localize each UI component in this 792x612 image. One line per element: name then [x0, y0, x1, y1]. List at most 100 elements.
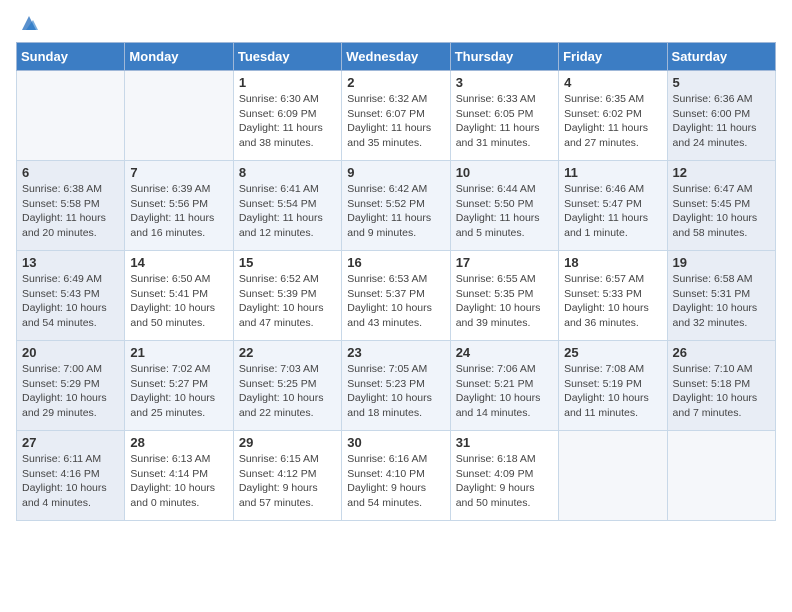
calendar-cell: 30 Sunrise: 6:16 AM Sunset: 4:10 PM Dayli…	[342, 431, 450, 521]
calendar-cell: 25 Sunrise: 7:08 AM Sunset: 5:19 PM Dayli…	[559, 341, 667, 431]
calendar-cell	[667, 431, 775, 521]
day-number: 24	[456, 345, 553, 360]
day-number: 21	[130, 345, 227, 360]
day-info: Sunrise: 7:08 AM Sunset: 5:19 PM Dayligh…	[564, 362, 661, 421]
day-number: 8	[239, 165, 336, 180]
calendar-cell: 16 Sunrise: 6:53 AM Sunset: 5:37 PM Dayli…	[342, 251, 450, 341]
calendar-cell: 6 Sunrise: 6:38 AM Sunset: 5:58 PM Daylig…	[17, 161, 125, 251]
calendar-cell: 8 Sunrise: 6:41 AM Sunset: 5:54 PM Daylig…	[233, 161, 341, 251]
calendar-cell: 27 Sunrise: 6:11 AM Sunset: 4:16 PM Dayli…	[17, 431, 125, 521]
day-number: 30	[347, 435, 444, 450]
day-of-week-header: Thursday	[450, 43, 558, 71]
calendar-cell: 10Sunrise: 6:44 AM Sunset: 5:50 PM Dayli…	[450, 161, 558, 251]
day-number: 20	[22, 345, 119, 360]
day-number: 18	[564, 255, 661, 270]
calendar-week-row: 27 Sunrise: 6:11 AM Sunset: 4:16 PM Dayli…	[17, 431, 776, 521]
calendar-cell: 1Sunrise: 6:30 AM Sunset: 6:09 PM Daylig…	[233, 71, 341, 161]
day-number: 28	[130, 435, 227, 450]
day-number: 10	[456, 165, 553, 180]
day-number: 11	[564, 165, 661, 180]
day-info: Sunrise: 7:05 AM Sunset: 5:23 PM Dayligh…	[347, 362, 444, 421]
day-number: 14	[130, 255, 227, 270]
day-info: Sunrise: 6:35 AM Sunset: 6:02 PM Dayligh…	[564, 92, 661, 151]
day-info: Sunrise: 6:47 AM Sunset: 5:45 PM Dayligh…	[673, 182, 770, 241]
day-number: 17	[456, 255, 553, 270]
calendar-cell: 14 Sunrise: 6:50 AM Sunset: 5:41 PM Dayli…	[125, 251, 233, 341]
day-of-week-header: Tuesday	[233, 43, 341, 71]
day-number: 5	[673, 75, 770, 90]
day-info: Sunrise: 6:53 AM Sunset: 5:37 PM Dayligh…	[347, 272, 444, 331]
day-info: Sunrise: 7:03 AM Sunset: 5:25 PM Dayligh…	[239, 362, 336, 421]
day-info: Sunrise: 6:57 AM Sunset: 5:33 PM Dayligh…	[564, 272, 661, 331]
day-info: Sunrise: 6:46 AM Sunset: 5:47 PM Dayligh…	[564, 182, 661, 241]
logo-icon	[18, 12, 40, 34]
header	[16, 16, 776, 34]
calendar-cell: 23 Sunrise: 7:05 AM Sunset: 5:23 PM Dayli…	[342, 341, 450, 431]
day-number: 15	[239, 255, 336, 270]
calendar-cell: 5 Sunrise: 6:36 AM Sunset: 6:00 PM Daylig…	[667, 71, 775, 161]
day-number: 22	[239, 345, 336, 360]
calendar-cell: 13 Sunrise: 6:49 AM Sunset: 5:43 PM Dayli…	[17, 251, 125, 341]
day-number: 12	[673, 165, 770, 180]
day-of-week-header: Saturday	[667, 43, 775, 71]
day-info: Sunrise: 6:16 AM Sunset: 4:10 PM Dayligh…	[347, 452, 444, 511]
day-info: Sunrise: 7:10 AM Sunset: 5:18 PM Dayligh…	[673, 362, 770, 421]
day-number: 1	[239, 75, 336, 90]
day-number: 23	[347, 345, 444, 360]
calendar-cell: 20Sunrise: 7:00 AM Sunset: 5:29 PM Dayli…	[17, 341, 125, 431]
day-info: Sunrise: 6:38 AM Sunset: 5:58 PM Dayligh…	[22, 182, 119, 241]
day-info: Sunrise: 6:18 AM Sunset: 4:09 PM Dayligh…	[456, 452, 553, 511]
calendar-cell: 17 Sunrise: 6:55 AM Sunset: 5:35 PM Dayli…	[450, 251, 558, 341]
calendar-cell: 31Sunrise: 6:18 AM Sunset: 4:09 PM Dayli…	[450, 431, 558, 521]
calendar-week-row: 20Sunrise: 7:00 AM Sunset: 5:29 PM Dayli…	[17, 341, 776, 431]
calendar-cell: 26Sunrise: 7:10 AM Sunset: 5:18 PM Dayli…	[667, 341, 775, 431]
calendar-cell	[125, 71, 233, 161]
day-number: 16	[347, 255, 444, 270]
calendar-cell: 22 Sunrise: 7:03 AM Sunset: 5:25 PM Dayli…	[233, 341, 341, 431]
day-info: Sunrise: 6:42 AM Sunset: 5:52 PM Dayligh…	[347, 182, 444, 241]
day-info: Sunrise: 6:15 AM Sunset: 4:12 PM Dayligh…	[239, 452, 336, 511]
day-number: 25	[564, 345, 661, 360]
day-number: 4	[564, 75, 661, 90]
day-number: 2	[347, 75, 444, 90]
calendar-week-row: 1Sunrise: 6:30 AM Sunset: 6:09 PM Daylig…	[17, 71, 776, 161]
calendar-cell: 12 Sunrise: 6:47 AM Sunset: 5:45 PM Dayli…	[667, 161, 775, 251]
day-info: Sunrise: 6:49 AM Sunset: 5:43 PM Dayligh…	[22, 272, 119, 331]
calendar-cell: 11 Sunrise: 6:46 AM Sunset: 5:47 PM Dayli…	[559, 161, 667, 251]
day-number: 13	[22, 255, 119, 270]
logo	[16, 16, 40, 34]
calendar-cell: 7 Sunrise: 6:39 AM Sunset: 5:56 PM Daylig…	[125, 161, 233, 251]
calendar-cell: 3Sunrise: 6:33 AM Sunset: 6:05 PM Daylig…	[450, 71, 558, 161]
day-info: Sunrise: 7:02 AM Sunset: 5:27 PM Dayligh…	[130, 362, 227, 421]
day-number: 27	[22, 435, 119, 450]
calendar-cell: 28Sunrise: 6:13 AM Sunset: 4:14 PM Dayli…	[125, 431, 233, 521]
day-number: 9	[347, 165, 444, 180]
calendar-week-row: 13 Sunrise: 6:49 AM Sunset: 5:43 PM Dayli…	[17, 251, 776, 341]
day-info: Sunrise: 6:41 AM Sunset: 5:54 PM Dayligh…	[239, 182, 336, 241]
day-info: Sunrise: 6:11 AM Sunset: 4:16 PM Dayligh…	[22, 452, 119, 511]
calendar-cell: 21 Sunrise: 7:02 AM Sunset: 5:27 PM Dayli…	[125, 341, 233, 431]
day-number: 6	[22, 165, 119, 180]
day-info: Sunrise: 6:50 AM Sunset: 5:41 PM Dayligh…	[130, 272, 227, 331]
day-info: Sunrise: 7:06 AM Sunset: 5:21 PM Dayligh…	[456, 362, 553, 421]
calendar-cell: 2 Sunrise: 6:32 AM Sunset: 6:07 PM Daylig…	[342, 71, 450, 161]
day-number: 29	[239, 435, 336, 450]
calendar-cell: 9 Sunrise: 6:42 AM Sunset: 5:52 PM Daylig…	[342, 161, 450, 251]
day-number: 7	[130, 165, 227, 180]
day-info: Sunrise: 6:36 AM Sunset: 6:00 PM Dayligh…	[673, 92, 770, 151]
calendar-cell	[17, 71, 125, 161]
calendar-cell: 24 Sunrise: 7:06 AM Sunset: 5:21 PM Dayli…	[450, 341, 558, 431]
day-info: Sunrise: 6:55 AM Sunset: 5:35 PM Dayligh…	[456, 272, 553, 331]
day-info: Sunrise: 6:32 AM Sunset: 6:07 PM Dayligh…	[347, 92, 444, 151]
day-of-week-header: Monday	[125, 43, 233, 71]
day-number: 19	[673, 255, 770, 270]
calendar-header-row: SundayMondayTuesdayWednesdayThursdayFrid…	[17, 43, 776, 71]
day-info: Sunrise: 6:39 AM Sunset: 5:56 PM Dayligh…	[130, 182, 227, 241]
calendar-cell	[559, 431, 667, 521]
calendar-cell: 19 Sunrise: 6:58 AM Sunset: 5:31 PM Dayli…	[667, 251, 775, 341]
day-of-week-header: Friday	[559, 43, 667, 71]
day-info: Sunrise: 6:52 AM Sunset: 5:39 PM Dayligh…	[239, 272, 336, 331]
calendar-table: SundayMondayTuesdayWednesdayThursdayFrid…	[16, 42, 776, 521]
day-info: Sunrise: 6:58 AM Sunset: 5:31 PM Dayligh…	[673, 272, 770, 331]
calendar-cell: 29 Sunrise: 6:15 AM Sunset: 4:12 PM Dayli…	[233, 431, 341, 521]
